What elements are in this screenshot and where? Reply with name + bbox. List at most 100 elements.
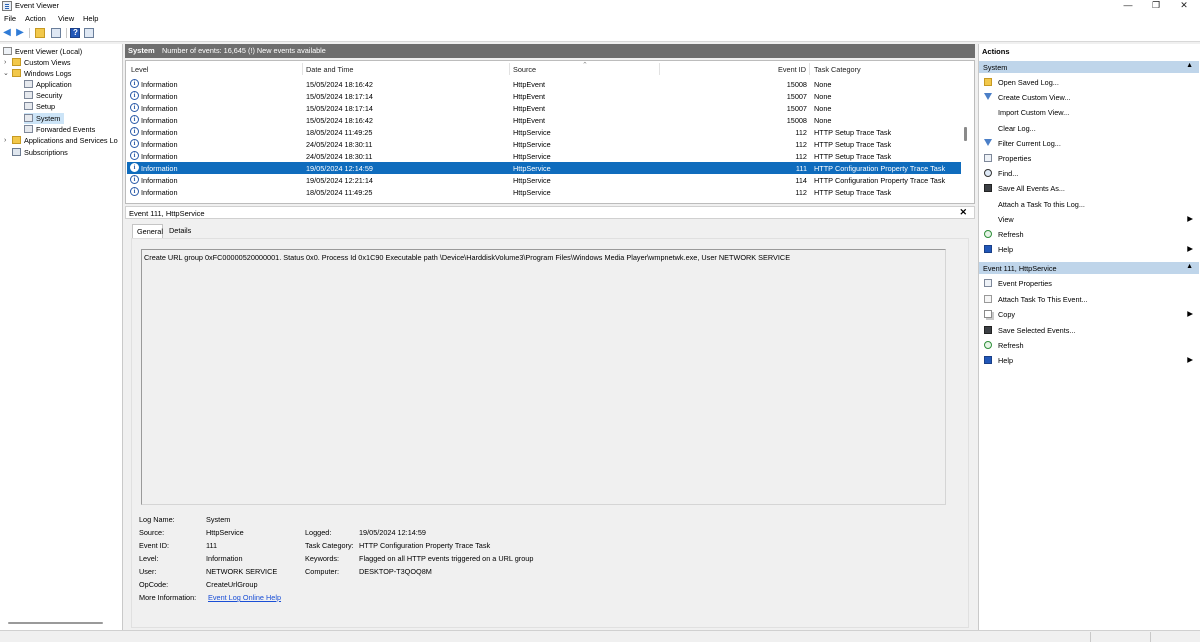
forward-arrow-icon[interactable]: ▶ xyxy=(15,28,25,38)
action-item[interactable]: Save All Events As... xyxy=(979,182,1199,195)
event-detail-header: Event 111, HttpService ✕ xyxy=(125,206,975,219)
event-task-category: HTTP Setup Trace Task xyxy=(814,152,892,161)
action-item[interactable]: Properties xyxy=(979,152,1199,165)
tree-item-event-viewer-local[interactable]: Event Viewer (Local) xyxy=(3,46,82,57)
up-folder-icon[interactable] xyxy=(35,28,45,38)
action-label: Help xyxy=(998,356,1014,366)
close-window-button[interactable]: ✕ xyxy=(1170,0,1198,12)
tree-item-security[interactable]: Security xyxy=(24,90,62,101)
show-hide-tree-icon[interactable] xyxy=(51,28,61,38)
chevron-right-icon[interactable]: › xyxy=(4,137,6,144)
action-item[interactable]: Attach Task To This Event... xyxy=(979,293,1199,306)
tree-horizontal-scrollbar[interactable] xyxy=(8,622,103,624)
back-arrow-icon[interactable]: ◀ xyxy=(2,28,12,38)
action-item[interactable]: Save Selected Events... xyxy=(979,324,1199,337)
event-row[interactable]: i Information 24/05/2024 18:30:11 HttpServi… xyxy=(127,138,961,150)
help-icon[interactable] xyxy=(70,28,80,38)
toolbar-separator xyxy=(29,28,30,38)
event-row[interactable]: i Information 15/05/2024 18:17:14 HttpEvent… xyxy=(127,90,961,102)
event-row[interactable]: i Information 19/05/2024 12:14:59 HttpServi… xyxy=(127,162,961,174)
event-id: 15007 xyxy=(786,104,807,113)
event-row[interactable]: i Information 24/05/2024 18:30:11 HttpServi… xyxy=(127,150,961,162)
action-item[interactable]: Open Saved Log... xyxy=(979,76,1199,89)
action-item[interactable]: Attach a Task To this Log... xyxy=(979,198,1199,211)
event-task-category: None xyxy=(814,80,832,89)
event-source: HttpService xyxy=(513,140,551,149)
grid-vertical-scrollbar[interactable] xyxy=(964,127,967,141)
action-item[interactable]: Help ▶ xyxy=(979,243,1199,256)
chevron-right-icon[interactable]: › xyxy=(4,59,6,66)
chevron-down-icon[interactable]: ⌄ xyxy=(3,69,9,77)
properties-icon xyxy=(984,154,992,162)
information-icon: i xyxy=(130,103,139,112)
action-item[interactable]: Filter Current Log... xyxy=(979,137,1199,150)
collapse-arrow-icon[interactable]: ▲ xyxy=(1186,263,1193,270)
event-message-box[interactable]: Create URL group 0xFC00000520000001. Sta… xyxy=(141,249,946,505)
event-row[interactable]: i Information 19/05/2024 12:21:14 HttpServi… xyxy=(127,174,961,186)
menu-action[interactable]: Action xyxy=(25,14,46,23)
column-separator[interactable] xyxy=(302,63,303,75)
information-icon: i xyxy=(130,151,139,160)
show-hide-action-pane-icon[interactable] xyxy=(84,28,94,38)
collapse-arrow-icon[interactable]: ▲ xyxy=(1186,62,1193,69)
tab-details[interactable]: Details xyxy=(165,224,195,238)
action-label: Create Custom View... xyxy=(998,93,1071,103)
action-item[interactable]: View ▶ xyxy=(979,213,1199,226)
minimize-button[interactable]: — xyxy=(1114,0,1142,12)
action-item[interactable]: Import Custom View... xyxy=(979,106,1199,119)
tree-item-custom-views[interactable]: Custom Views xyxy=(12,57,71,68)
column-header-level[interactable]: Level xyxy=(131,65,148,74)
event-row[interactable]: i Information 15/05/2024 18:16:42 HttpEvent… xyxy=(127,78,961,90)
action-label: Save All Events As... xyxy=(998,184,1065,194)
event-date-time: 15/05/2024 18:16:42 xyxy=(306,116,373,125)
tree-item-forwarded-events[interactable]: Forwarded Events xyxy=(24,124,95,135)
action-item[interactable]: Copy ▶ xyxy=(979,308,1199,321)
tree-item-windows-logs[interactable]: Windows Logs xyxy=(12,68,71,79)
menu-bar: File Action View Help xyxy=(0,12,1200,25)
event-source: HttpEvent xyxy=(513,92,546,101)
action-label: Refresh xyxy=(998,230,1024,239)
tree-item-subscriptions[interactable]: Subscriptions xyxy=(12,147,68,158)
column-separator[interactable] xyxy=(809,63,810,75)
actions-section-header[interactable]: System ▲ xyxy=(979,61,1199,73)
events-grid: Level Date and Time Source ⌃ Event ID Ta… xyxy=(125,60,975,204)
label-level: Level: xyxy=(139,554,159,563)
tab-general[interactable]: General xyxy=(132,224,163,238)
action-item[interactable]: Event Properties xyxy=(979,277,1199,290)
close-icon[interactable]: ✕ xyxy=(959,207,967,218)
column-separator[interactable] xyxy=(509,63,510,75)
column-header-event-id[interactable]: Event ID xyxy=(778,65,806,74)
action-item[interactable]: Refresh xyxy=(979,339,1199,352)
event-message: Create URL group 0xFC00000520000001. Sta… xyxy=(144,253,791,262)
label-opcode: OpCode: xyxy=(139,580,169,589)
maximize-button[interactable]: ❐ xyxy=(1142,0,1170,12)
tree-item-system[interactable]: System xyxy=(24,113,65,124)
actions-section-title: System xyxy=(983,63,1008,72)
column-separator[interactable] xyxy=(659,63,660,75)
tree-item-setup[interactable]: Setup xyxy=(24,101,55,112)
event-log-online-help-link[interactable]: Event Log Online Help xyxy=(208,593,281,602)
event-row[interactable]: i Information 15/05/2024 18:17:14 HttpEvent… xyxy=(127,102,961,114)
column-header-date[interactable]: Date and Time xyxy=(306,65,353,74)
action-item[interactable]: Clear Log... xyxy=(979,122,1199,135)
event-row[interactable]: i Information 18/05/2024 11:49:25 HttpServi… xyxy=(127,126,961,138)
action-item[interactable]: Create Custom View... xyxy=(979,91,1199,104)
event-id: 15008 xyxy=(786,80,807,89)
event-row[interactable]: i Information 18/05/2024 11:49:25 HttpServi… xyxy=(127,186,961,198)
column-header-source[interactable]: Source xyxy=(513,65,536,74)
toolbar-separator xyxy=(66,28,67,38)
actions-section-header[interactable]: Event 111, HttpService ▲ xyxy=(979,262,1199,275)
tree-item-applications-and-services[interactable]: Applications and Services Lo xyxy=(12,135,118,146)
tree-item-application[interactable]: Application xyxy=(24,79,72,90)
event-row[interactable]: i Information 15/05/2024 18:16:42 HttpEvent… xyxy=(127,114,961,126)
action-item[interactable]: Help ▶ xyxy=(979,354,1199,367)
event-source: HttpEvent xyxy=(513,116,546,125)
column-header-task-category[interactable]: Task Category xyxy=(814,65,861,74)
menu-help[interactable]: Help xyxy=(83,14,98,23)
status-separator xyxy=(1090,632,1091,642)
action-item[interactable]: Find... xyxy=(979,167,1199,180)
log-icon xyxy=(24,114,33,122)
action-item[interactable]: Refresh xyxy=(979,228,1199,241)
menu-file[interactable]: File xyxy=(4,14,16,23)
menu-view[interactable]: View xyxy=(58,14,74,23)
